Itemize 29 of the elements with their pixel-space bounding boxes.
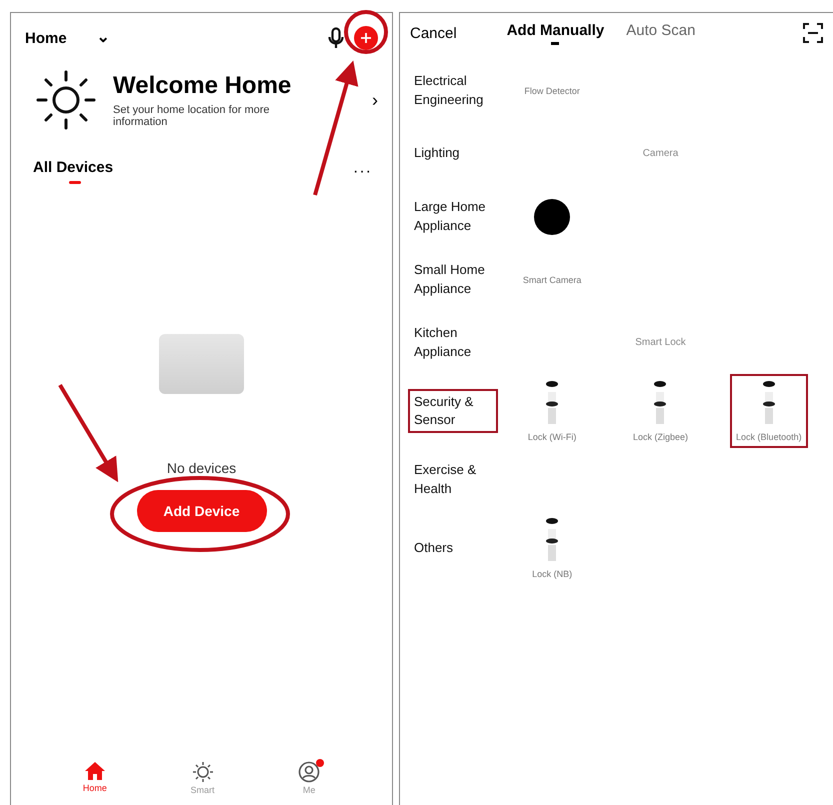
- empty-message: No devices: [166, 460, 236, 476]
- add-device-button[interactable]: Add Device: [136, 490, 266, 532]
- section-heading: Smart Lock: [635, 337, 686, 348]
- category-item[interactable]: Large Home Appliance: [408, 194, 498, 239]
- chevron-icon[interactable]: ›: [372, 90, 378, 110]
- category-item[interactable]: Electrical Engineering: [408, 68, 498, 113]
- category-item[interactable]: Kitchen Appliance: [408, 320, 498, 365]
- device-option[interactable]: Flow Detector: [513, 80, 592, 102]
- more-button[interactable]: ···: [347, 162, 378, 182]
- mode-tab[interactable]: Add Manually: [506, 22, 604, 44]
- category-item[interactable]: Exercise & Health: [408, 457, 498, 502]
- category-item[interactable]: Security & Sensor: [408, 388, 498, 434]
- device-option[interactable]: Smart Camera: [513, 268, 592, 290]
- device-option[interactable]: Lock (Zigbee): [621, 374, 700, 448]
- devices-tab[interactable]: All Devices: [33, 159, 114, 184]
- category-item[interactable]: Small Home Appliance: [408, 257, 498, 302]
- device-option[interactable]: Lock (NB): [513, 511, 592, 585]
- category-item[interactable]: Others: [408, 534, 498, 562]
- device-option[interactable]: Lock (Bluetooth): [730, 374, 808, 448]
- location-hint[interactable]: Set your home location for more information: [113, 104, 313, 128]
- category-item[interactable]: Lighting: [408, 140, 498, 167]
- home-selector[interactable]: Home: [25, 30, 67, 46]
- cancel-button[interactable]: Cancel: [410, 24, 457, 42]
- welcome-title: Welcome Home: [113, 72, 292, 100]
- mode-tab[interactable]: Auto Scan: [626, 22, 696, 44]
- nav-item[interactable]: Home: [82, 761, 107, 793]
- device-option[interactable]: Lock (Wi-Fi): [513, 374, 592, 448]
- section-heading: Camera: [642, 148, 678, 159]
- dropdown-toggle[interactable]: ⌄: [96, 30, 110, 46]
